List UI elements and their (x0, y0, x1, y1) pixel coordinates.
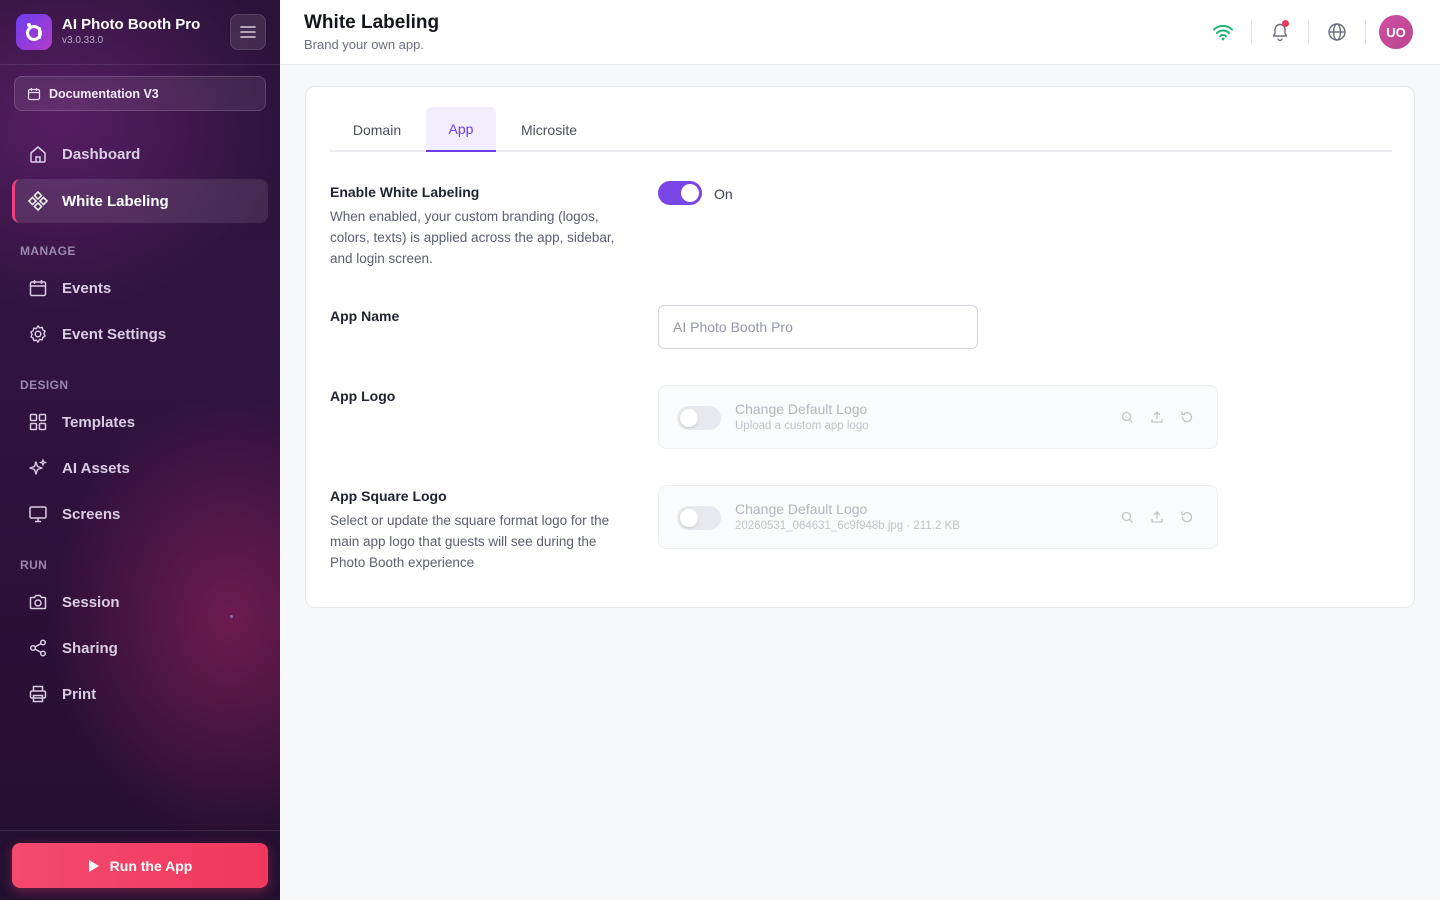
sidebar-item-screens[interactable]: Screens (12, 492, 268, 536)
upload-subtitle: Upload a custom app logo (735, 420, 869, 432)
app-logo-label: App Logo (330, 388, 396, 404)
sidebar-item-label: Sharing (62, 639, 118, 657)
sidebar-item-white-labeling[interactable]: White Labeling (12, 179, 268, 223)
upload-title: Change Default Logo (735, 401, 868, 417)
upload-icon[interactable] (1149, 509, 1165, 525)
sidebar-item-events[interactable]: Events (12, 266, 268, 310)
share-icon (29, 639, 47, 657)
sidebar-item-label: Dashboard (62, 145, 141, 163)
sidebar-item-event-settings[interactable]: Event Settings (12, 312, 268, 356)
brand: AI Photo Booth Pro v3.0.33.0 (16, 14, 266, 50)
upload-actions (1119, 509, 1195, 525)
sidebar-item-label: Templates (62, 413, 136, 431)
toggle-knob (681, 184, 699, 202)
monitor-icon (29, 506, 47, 523)
sidebar-item-label: Event Settings (62, 325, 167, 343)
run-app-button[interactable]: Run the App (12, 843, 268, 888)
tab-domain[interactable]: Domain (330, 107, 424, 152)
sidebar-item-print[interactable]: Print (12, 672, 268, 716)
camera-icon (29, 594, 47, 610)
decorative-dot (230, 615, 233, 618)
globe-icon (1328, 23, 1346, 41)
app-square-logo-description: Select or update the square format logo … (330, 513, 610, 570)
sidebar-item-label: Screens (62, 505, 121, 523)
app-square-logo-upload: Change Default Logo 20260531_064631_6c9f… (658, 485, 1218, 549)
settings-card: Domain App Microsite Enable White Labeli… (305, 86, 1415, 608)
app-square-logo-toggle[interactable] (677, 506, 721, 530)
menu-toggle-button[interactable] (230, 14, 266, 50)
app-name: AI Photo Booth Pro (62, 16, 201, 33)
tab-microsite[interactable]: Microsite (500, 107, 598, 152)
preview-search-icon[interactable] (1119, 409, 1135, 425)
home-icon (30, 146, 46, 163)
sidebar-item-label: Events (62, 279, 112, 297)
sidebar-item-label: Session (62, 593, 120, 611)
toggle-state-label: On (714, 186, 733, 202)
upload-title: Change Default Logo (735, 501, 868, 517)
app-logo-icon (16, 14, 52, 50)
app-square-logo-label: App Square Logo (330, 488, 447, 504)
section-title-manage: MANAGE (20, 244, 76, 258)
app-logo-toggle[interactable] (677, 406, 721, 430)
play-icon (88, 859, 99, 872)
page-title: White Labeling (304, 12, 440, 33)
sidebar-item-label: Print (62, 685, 97, 703)
notifications-button[interactable] (1268, 20, 1292, 44)
section-title-design: DESIGN (20, 378, 69, 392)
sidebar-item-templates[interactable]: Templates (12, 400, 268, 444)
project-selector[interactable]: Documentation V3 (14, 76, 266, 111)
sidebar-item-ai-assets[interactable]: AI Assets (12, 446, 268, 490)
calendar-icon (29, 280, 47, 297)
top-header: White Labeling Brand your own app. UO (280, 0, 1440, 65)
grid-icon (29, 413, 47, 431)
project-label: Documentation V3 (49, 86, 159, 101)
enable-white-labeling-label: Enable White Labeling (330, 184, 480, 200)
reset-icon[interactable] (1179, 409, 1195, 425)
preview-search-icon[interactable] (1119, 509, 1135, 525)
toggle-knob (680, 509, 698, 527)
enable-white-labeling-description: When enabled, your custom branding (logo… (330, 209, 615, 266)
calendar-icon (27, 87, 41, 100)
sidebar: AI Photo Booth Pro v3.0.33.0 Documentati… (0, 0, 280, 900)
toggle-knob (680, 409, 698, 427)
tab-app[interactable]: App (426, 107, 496, 152)
sidebar-item-label: White Labeling (62, 192, 169, 210)
page-subtitle: Brand your own app. (304, 37, 424, 52)
language-button[interactable] (1325, 20, 1349, 44)
sidebar-item-label: AI Assets (62, 459, 130, 477)
upload-icon[interactable] (1149, 409, 1165, 425)
reset-icon[interactable] (1179, 509, 1195, 525)
run-app-label: Run the App (109, 857, 193, 874)
printer-icon (29, 685, 47, 703)
sparkles-icon (29, 458, 48, 475)
app-name-label: App Name (330, 308, 400, 324)
upload-file-info: 20260531_064631_6c9f948b.jpg · 211.2 KB (735, 520, 960, 532)
notification-badge (1282, 20, 1289, 27)
app-logo-upload: Change Default Logo Upload a custom app … (658, 385, 1218, 449)
user-avatar[interactable]: UO (1379, 15, 1413, 49)
diamond-nodes-icon (28, 191, 48, 211)
upload-actions (1119, 409, 1195, 425)
section-title-run: RUN (20, 558, 48, 572)
enable-white-labeling-toggle[interactable] (658, 181, 702, 205)
sidebar-item-sharing[interactable]: Sharing (12, 626, 268, 670)
hamburger-icon (240, 26, 256, 38)
tab-bar: Domain App Microsite (330, 107, 1392, 152)
app-name-input[interactable] (658, 305, 978, 349)
wifi-status-icon (1211, 20, 1235, 44)
sidebar-item-dashboard[interactable]: Dashboard (12, 132, 268, 176)
gear-icon (30, 325, 46, 343)
app-version: v3.0.33.0 (62, 35, 104, 46)
